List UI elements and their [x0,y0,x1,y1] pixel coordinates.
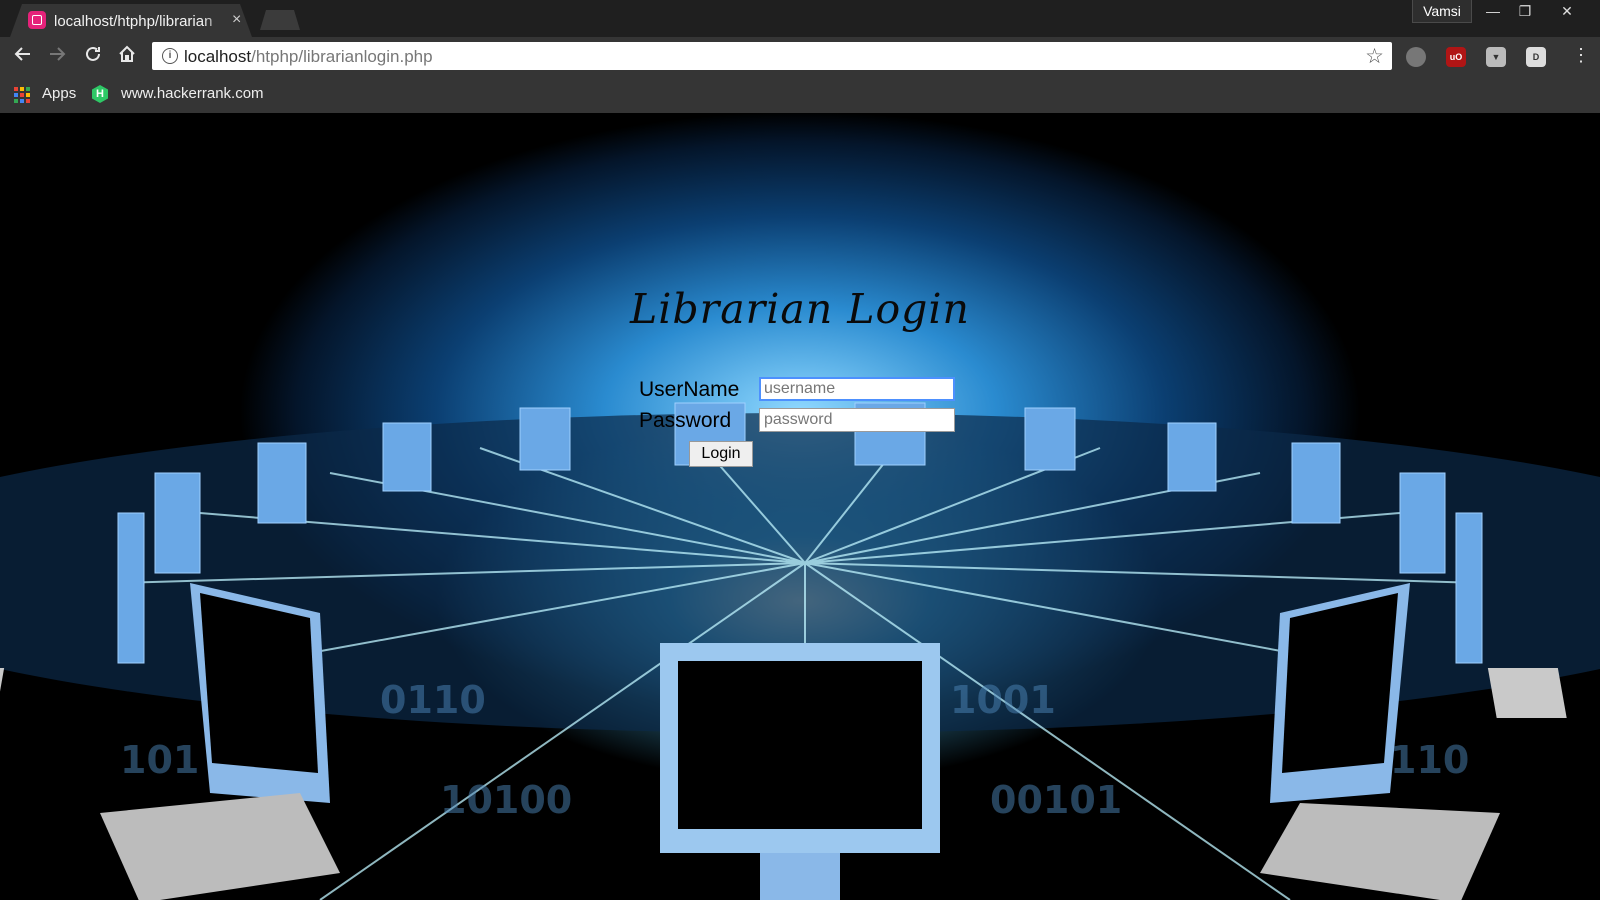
username-label: UserName [639,378,740,401]
site-info-icon[interactable]: i [162,48,178,64]
svg-text:1001: 1001 [950,678,1056,722]
url-text: localhost/htphp/librarianlogin.php [184,47,433,66]
tab-title: localhost/htphp/librarian [54,13,213,30]
bookmark-star-icon[interactable]: ☆ [1365,44,1384,69]
back-arrow-icon [14,47,30,61]
forward-button[interactable] [44,44,70,68]
reload-icon [86,46,100,61]
profile-button[interactable]: Vamsi [1412,0,1472,23]
reload-button[interactable] [80,44,106,68]
browser-toolbar: i localhost/htphp/librarianlogin.php ☆ u… [0,37,1600,75]
shield-icon[interactable]: ▼ [1486,47,1506,67]
site-favicon-icon [28,11,46,29]
dictionary-icon[interactable]: D [1526,47,1546,67]
home-button[interactable] [114,44,140,68]
svg-text:10100: 10100 [440,778,572,822]
address-bar[interactable]: i localhost/htphp/librarianlogin.php ☆ [152,42,1392,70]
network-background-art: 0110 1001 10100 00101 101 110 [0,402,1600,900]
back-button[interactable] [10,44,36,68]
username-input[interactable] [759,377,955,401]
home-icon [119,45,135,62]
hackerrank-icon[interactable]: H [92,85,108,103]
close-window-button[interactable]: ✕ [1552,0,1582,22]
tab-strip: localhost/htphp/librarian × Vamsi — ❐ ✕ [0,0,1600,37]
restore-button[interactable]: ❐ [1510,0,1540,22]
tab-close-icon[interactable]: × [232,11,241,29]
page-title: Librarian Login [630,285,970,333]
svg-text:101: 101 [120,738,199,782]
svg-text:110: 110 [1390,738,1469,782]
bookmark-apps[interactable]: Apps [42,85,76,102]
svg-text:0110: 0110 [380,678,486,722]
bookmark-hackerrank[interactable]: www.hackerrank.com [121,85,264,102]
password-input[interactable] [759,408,955,432]
minimize-button[interactable]: — [1478,0,1508,22]
chrome-menu-icon[interactable]: ⋮ [1572,45,1590,66]
password-label: Password [639,409,732,432]
new-tab-button[interactable] [260,10,300,30]
ublock-origin-icon[interactable]: uO [1446,47,1466,67]
page-background: 0110 1001 10100 00101 101 110 Librarian … [0,113,1600,900]
svg-text:00101: 00101 [990,778,1122,822]
forward-arrow-icon [50,47,66,61]
globe-icon[interactable] [1406,47,1426,67]
apps-grid-icon[interactable] [14,87,30,103]
browser-tab[interactable]: localhost/htphp/librarian × [10,4,252,37]
login-button[interactable]: Login [689,441,753,467]
bookmarks-bar: Apps H www.hackerrank.com [0,75,1600,113]
